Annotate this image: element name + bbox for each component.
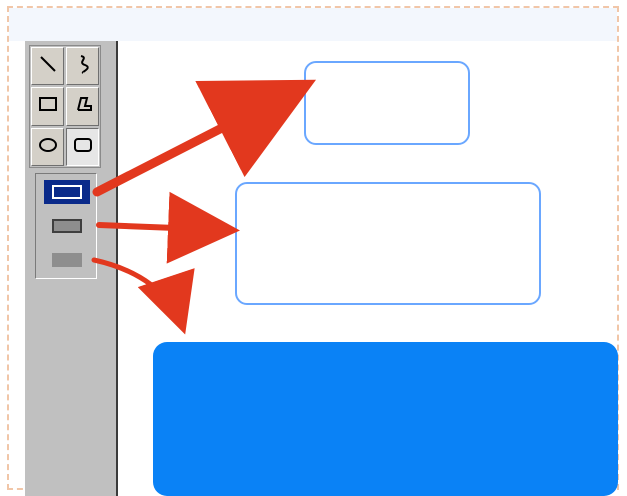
tool-polygon[interactable] — [66, 87, 99, 126]
top-strip — [9, 8, 617, 41]
polygon-icon — [71, 92, 95, 120]
ellipse-icon — [36, 133, 60, 161]
line-icon — [36, 52, 60, 80]
tool-rounded-rectangle[interactable] — [66, 127, 99, 166]
outline-only-icon — [52, 185, 82, 199]
fill-only-icon — [52, 253, 82, 267]
curve-icon — [71, 52, 95, 80]
drawing-canvas[interactable] — [118, 41, 618, 496]
fill-option-outline-and-fill[interactable] — [44, 214, 90, 238]
rounded-rectangle-outline-and-fill-example — [235, 182, 541, 305]
tool-ellipse[interactable] — [31, 127, 64, 166]
shape-tool-grid — [29, 45, 101, 168]
fill-style-options — [35, 173, 97, 279]
tool-curve[interactable] — [66, 47, 99, 86]
outline-and-fill-icon — [52, 219, 82, 233]
tool-panel — [25, 41, 118, 496]
rounded-rectangle-icon — [71, 133, 95, 161]
tool-rectangle[interactable] — [31, 87, 64, 126]
rounded-rectangle-outline-only-example — [304, 61, 470, 145]
tool-line[interactable] — [31, 47, 64, 86]
fill-option-fill-only[interactable] — [44, 248, 90, 272]
rectangle-icon — [36, 92, 60, 120]
fill-option-outline-only[interactable] — [44, 180, 90, 204]
rounded-rectangle-fill-only-example — [153, 342, 618, 496]
